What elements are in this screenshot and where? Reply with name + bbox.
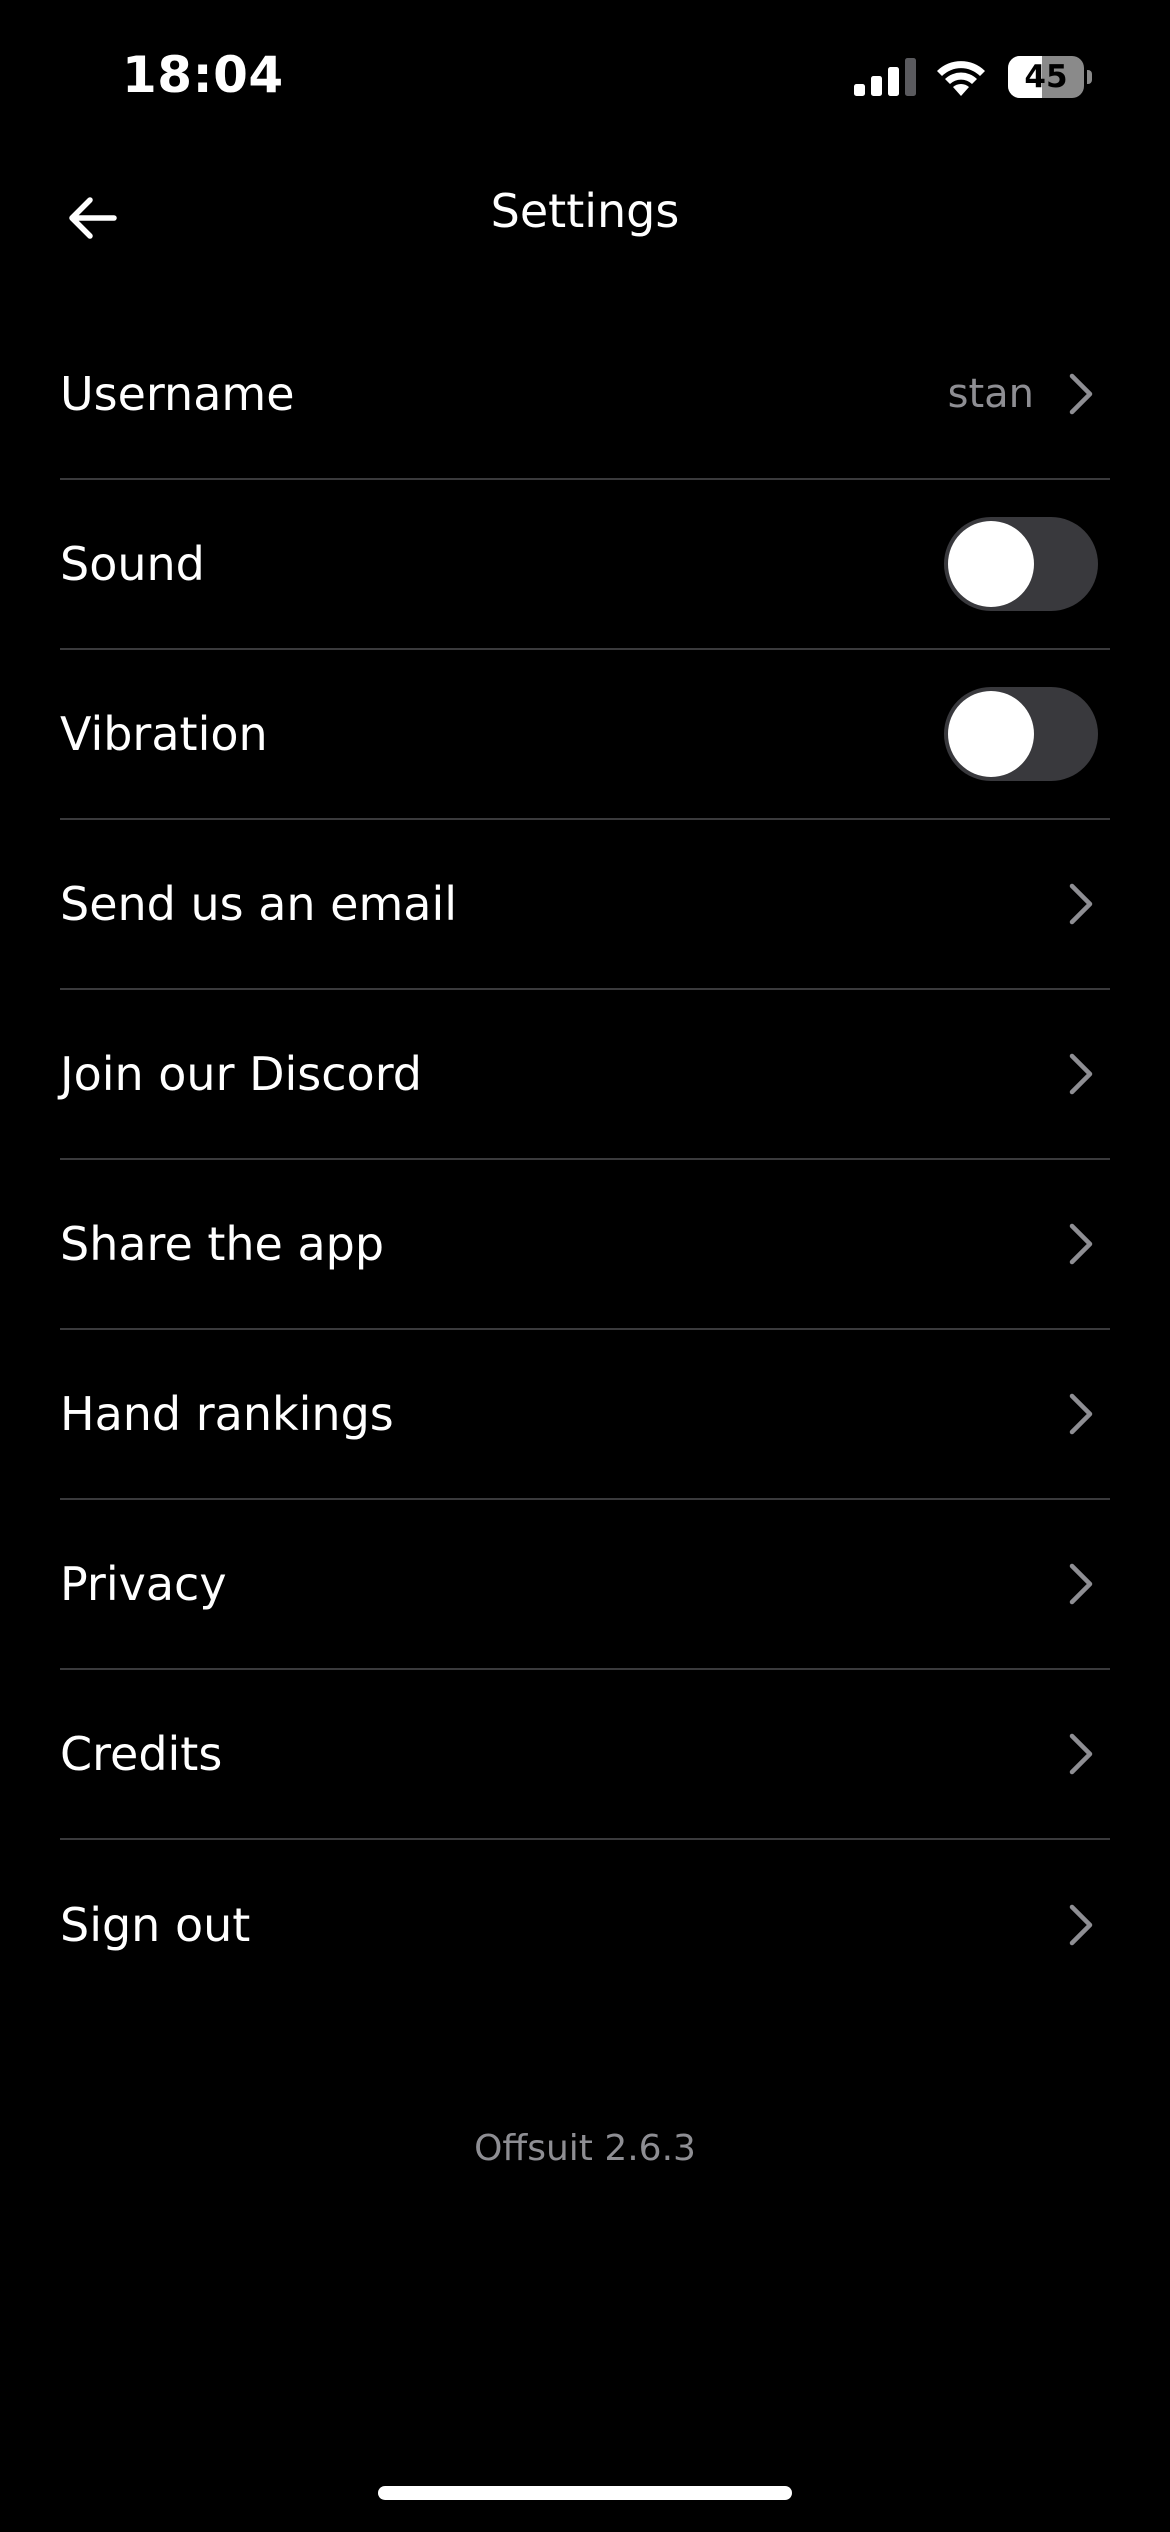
- cellular-signal-icon: [854, 58, 916, 96]
- settings-row-label: Share the app: [60, 1217, 385, 1271]
- chevron-right-icon: [1064, 372, 1098, 416]
- settings-row-hand-rankings[interactable]: Hand rankings: [60, 1330, 1110, 1500]
- settings-row-share-the-app[interactable]: Share the app: [60, 1160, 1110, 1330]
- vibration-toggle[interactable]: [944, 687, 1098, 781]
- battery-icon: 45: [1008, 56, 1092, 98]
- settings-row-join-our-discord[interactable]: Join our Discord: [60, 990, 1110, 1160]
- settings-row-credits[interactable]: Credits: [60, 1670, 1110, 1840]
- settings-row-label: Credits: [60, 1727, 223, 1781]
- toggle-knob: [948, 691, 1034, 777]
- settings-row-vibration: Vibration: [60, 650, 1110, 820]
- status-time: 18:04: [122, 46, 284, 104]
- settings-row-label: Join our Discord: [60, 1047, 423, 1101]
- settings-row-send-us-an-email[interactable]: Send us an email: [60, 820, 1110, 990]
- settings-row-label: Privacy: [60, 1557, 227, 1611]
- settings-row-label: Vibration: [60, 707, 268, 761]
- settings-row-sound: Sound: [60, 480, 1110, 650]
- home-indicator[interactable]: [378, 2486, 792, 2500]
- sound-toggle[interactable]: [944, 517, 1098, 611]
- navigation-header: Settings: [0, 150, 1170, 280]
- settings-row-label: Send us an email: [60, 877, 458, 931]
- chevron-right-icon: [1064, 1392, 1098, 1436]
- wifi-icon: [937, 61, 985, 96]
- settings-row-value: stan: [947, 371, 1034, 417]
- settings-row-label: Sign out: [60, 1898, 251, 1952]
- chevron-right-icon: [1064, 1222, 1098, 1266]
- app-version: Offsuit 2.6.3: [474, 2128, 696, 2169]
- chevron-right-icon: [1064, 1052, 1098, 1096]
- settings-row-username[interactable]: Username stan: [60, 310, 1110, 480]
- settings-row-label: Sound: [60, 537, 205, 591]
- settings-row-sign-out[interactable]: Sign out: [60, 1840, 1110, 2010]
- toggle-knob: [948, 521, 1034, 607]
- settings-row-label: Hand rankings: [60, 1387, 394, 1441]
- chevron-right-icon: [1064, 1732, 1098, 1776]
- settings-row-label: Username: [60, 367, 295, 421]
- chevron-right-icon: [1064, 882, 1098, 926]
- settings-list: Username stan Sound Vibration Send us an ema…: [60, 310, 1110, 2010]
- chevron-right-icon: [1064, 1562, 1098, 1606]
- page-title: Settings: [490, 184, 680, 238]
- battery-level: 45: [1024, 59, 1068, 95]
- status-bar: 18:04 45: [0, 0, 1170, 150]
- chevron-right-icon: [1064, 1903, 1098, 1947]
- settings-row-privacy[interactable]: Privacy: [60, 1500, 1110, 1670]
